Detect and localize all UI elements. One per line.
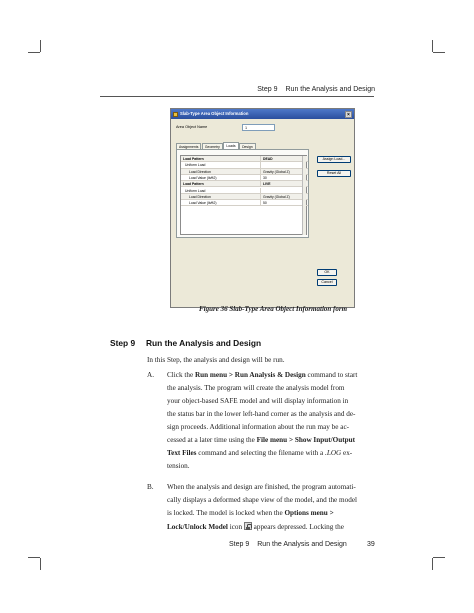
row-label: Load Value (lb/ft2): [189, 201, 217, 206]
crop-mark: [432, 558, 433, 570]
slab-area-info-dialog: Slab-Type Area Object Information × Area…: [170, 108, 355, 308]
reset-all-button[interactable]: Reset All: [317, 170, 351, 177]
item-b-line-1: When the analysis and design are finishe…: [167, 483, 356, 491]
run-menu-command: Run menu > Run Analysis & Design: [194, 371, 306, 379]
crop-mark: [433, 557, 445, 558]
tab-loads[interactable]: Loads: [223, 142, 239, 149]
intro-paragraph: In this Step, the analysis and design wi…: [147, 356, 285, 364]
item-a-line-5: sign proceeds. Additional information ab…: [167, 423, 350, 431]
dialog-title: Slab-Type Area Object Information: [180, 111, 249, 116]
item-b-line-3: is locked. The model is locked when the …: [167, 509, 334, 517]
cancel-button[interactable]: Cancel: [317, 279, 337, 286]
item-letter-a: A.: [147, 371, 154, 379]
header-rule: [100, 96, 374, 97]
running-head-step: Step 9: [257, 86, 278, 93]
footer-step: Step 9: [229, 541, 250, 548]
loads-grid: Load Pattern DEAD Uniform Load Load Direc…: [180, 155, 308, 235]
close-icon[interactable]: ×: [345, 110, 352, 118]
item-a-line-7: Text Files command and selecting the fil…: [167, 449, 353, 457]
loads-tab-panel: Load Pattern DEAD Uniform Load Load Direc…: [176, 149, 309, 238]
area-object-name-label: Area Object Name: [176, 125, 208, 129]
crop-mark: [28, 52, 40, 53]
item-a-line-1: Click the Run menu > Run Analysis & Desi…: [167, 371, 358, 379]
item-b-line-2: cally displays a deformed shape view of …: [167, 496, 358, 504]
options-menu-command: Options menu >: [284, 509, 334, 517]
crop-mark: [433, 52, 445, 53]
row-value: 50: [263, 201, 267, 206]
crop-mark: [432, 40, 433, 52]
item-a-line-3: your object-based SAFE model and will di…: [167, 397, 349, 405]
assign-load-button[interactable]: Assign Load...: [317, 156, 351, 163]
grid-scrollbar[interactable]: [302, 156, 306, 235]
item-letter-b: B.: [147, 483, 154, 491]
area-object-name-field[interactable]: 1: [242, 123, 275, 131]
running-head-title: Run the Analysis and Design: [285, 86, 376, 93]
item-a-line-2: the analysis. The program will create th…: [167, 384, 345, 392]
running-head: Step 9 Run the Analysis and Design: [257, 86, 375, 93]
section-title: Run the Analysis and Design: [146, 338, 262, 348]
app-icon: [173, 111, 178, 117]
dialog-title-bar: Slab-Type Area Object Information ×: [171, 109, 354, 119]
page-footer: Step 9 Run the Analysis and Design 39: [229, 541, 375, 548]
crop-mark: [40, 558, 41, 570]
footer-title: Run the Analysis and Design: [257, 541, 347, 548]
item-a-line-4: the status bar in the lower left-hand co…: [167, 410, 356, 418]
item-a-line-8: tension.: [167, 462, 190, 470]
item-a-line-6: cessed at a later time using the File me…: [167, 436, 355, 444]
table-row[interactable]: Load Value (lb/ft2) 50: [181, 200, 308, 207]
crop-mark: [40, 40, 41, 52]
ok-button[interactable]: OK: [317, 269, 337, 276]
crop-mark: [28, 557, 40, 558]
page-number: 39: [367, 541, 375, 548]
lock-icon: [243, 522, 252, 530]
file-menu-command: File menu > Show Input/Output: [256, 436, 355, 444]
item-b-line-4: Lock/Unlock Model icon appears depressed…: [167, 522, 344, 531]
step-label: Step 9: [110, 338, 136, 348]
figure-caption: Figure 36 Slab-Type Area Object Informat…: [199, 305, 348, 313]
